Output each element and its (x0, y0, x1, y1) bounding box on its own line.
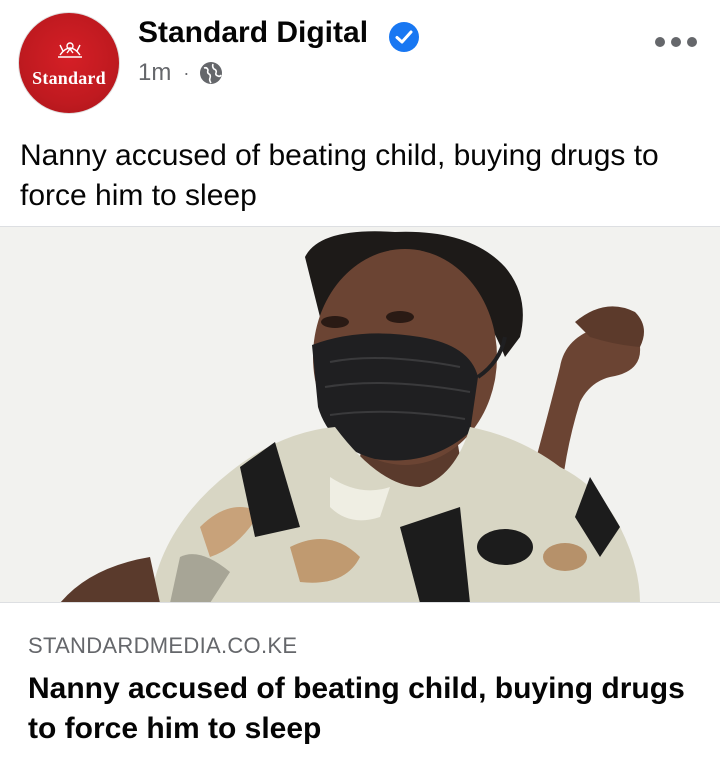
post-header: Standard Standard Digital 1m · (0, 0, 720, 118)
more-options-icon[interactable] (652, 34, 700, 50)
link-preview-image[interactable] (0, 226, 720, 602)
globe-icon[interactable] (199, 61, 223, 85)
post-timestamp[interactable]: 1m (138, 59, 171, 87)
facebook-post: Standard Standard Digital 1m · Nanny acc… (0, 0, 720, 761)
post-meta: 1m · (138, 58, 223, 88)
page-name-link[interactable]: Standard Digital (138, 16, 368, 50)
post-caption: Nanny accused of beating child, buying d… (20, 139, 659, 212)
crest-icon (58, 42, 82, 58)
page-avatar[interactable]: Standard (18, 12, 120, 114)
meta-separator: · (183, 62, 190, 83)
link-domain: STANDARDMEDIA.CO.KE (28, 633, 298, 658)
link-title[interactable]: Nanny accused of beating child, buying d… (28, 669, 688, 749)
news-photo (0, 227, 720, 602)
avatar-brand-text: Standard (32, 68, 106, 88)
link-preview-info[interactable]: STANDARDMEDIA.CO.KE Nanny accused of bea… (0, 602, 720, 761)
verified-badge-icon (389, 22, 419, 52)
